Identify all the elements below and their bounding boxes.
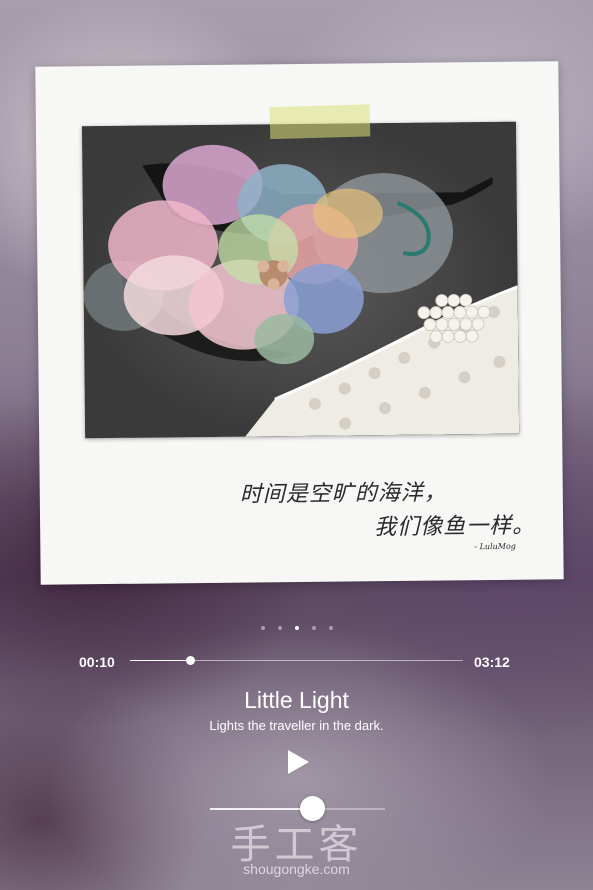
photo-card[interactable]: 时间是空旷的海洋， 我们像鱼一样。 - LuluMog [35,61,564,585]
signature: - LuluMog [474,541,516,552]
volume-fill [210,808,312,810]
page-dot[interactable] [294,626,299,630]
page-indicator [0,626,593,630]
craft-photo-illustration [81,121,520,439]
song-subtitle: Lights the traveller in the dark. [209,718,384,733]
page-dot[interactable] [311,626,316,630]
craft-photo [81,121,520,439]
page-dot[interactable] [328,626,333,630]
song-title: Little Light [244,687,349,713]
progress-knob[interactable] [185,656,195,665]
play-icon [288,750,309,774]
watermark-domain: shougongke.com [243,861,350,877]
progress-bar[interactable] [130,656,463,665]
handwriting-line-1: 时间是空旷的海洋， [239,480,447,508]
volume-slider[interactable] [210,796,385,821]
play-button[interactable] [285,748,311,776]
progress-fill [130,660,190,661]
masking-tape [269,104,371,140]
handwriting-line-2: 我们像鱼一样。 [374,513,536,541]
current-time: 00:10 [79,654,115,670]
page-dot[interactable] [277,626,282,630]
page-dot[interactable] [260,626,265,630]
total-time: 03:12 [474,654,510,670]
